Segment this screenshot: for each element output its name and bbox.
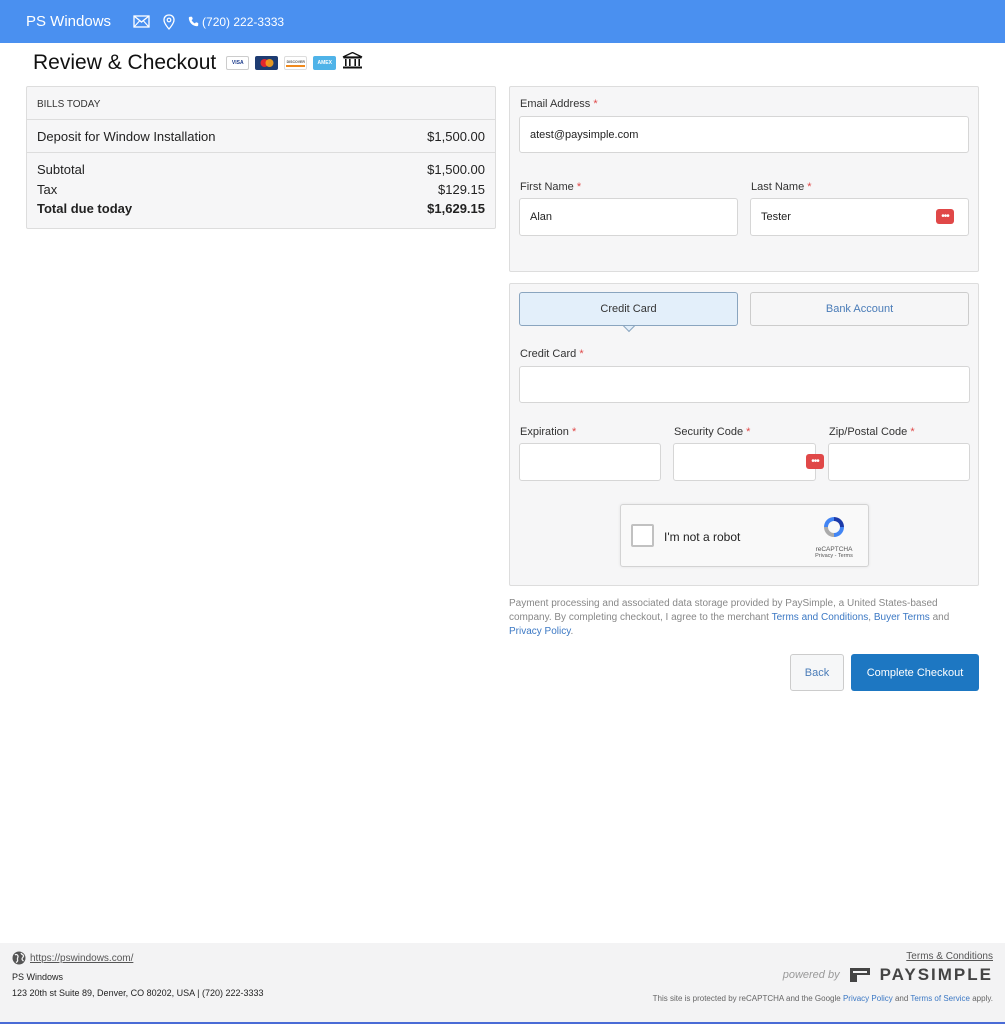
page-title: Review & Checkout — [33, 51, 217, 74]
credit-card-input[interactable] — [519, 366, 970, 403]
password-manager-icon[interactable]: ••• — [806, 454, 824, 469]
total-value: $1,629.15 — [427, 201, 485, 216]
terms-link[interactable]: Terms and Conditions — [772, 612, 869, 623]
email-input[interactable]: atest@paysimple.com — [519, 116, 969, 153]
footer-recaptcha-notice: This site is protected by reCAPTCHA and … — [652, 994, 993, 1003]
brand-name: PS Windows — [26, 13, 112, 30]
subtotal-row: Subtotal $1,500.00 — [27, 160, 495, 180]
tax-value: $129.15 — [438, 181, 485, 197]
amex-logo: AMEX — [313, 56, 337, 70]
password-manager-icon[interactable]: ••• — [936, 209, 954, 224]
recaptcha-checkbox[interactable] — [631, 524, 654, 547]
contact-panel — [509, 86, 979, 272]
recaptcha-logo-icon — [824, 517, 844, 537]
phone-icon — [188, 16, 199, 27]
visa-logo: VISA — [226, 56, 250, 70]
tab-bank-account[interactable]: Bank Account — [750, 292, 969, 326]
powered-by-text: powered by — [782, 969, 840, 981]
recaptcha-brand: reCAPTCHA Privacy - Terms — [810, 514, 858, 559]
payment-disclaimer: Payment processing and associated data s… — [509, 598, 950, 637]
back-button[interactable]: Back — [790, 654, 844, 691]
bills-panel: BILLS TODAY Deposit for Window Installat… — [26, 86, 496, 229]
recaptcha-links[interactable]: Privacy - Terms — [810, 553, 858, 559]
footer: https://pswindows.com/ PS Windows 123 20… — [0, 943, 1005, 1024]
powered-by-paysimple: powered by PAYSIMPLE — [783, 965, 993, 985]
envelope-icon[interactable] — [133, 15, 150, 28]
footer-url[interactable]: https://pswindows.com/ — [12, 951, 133, 965]
bill-description: Deposit for Window Installation — [37, 128, 216, 144]
zip-code-input[interactable] — [828, 443, 970, 481]
tax-row: Tax $129.15 — [27, 180, 495, 200]
total-row: Total due today $1,629.15 — [27, 199, 495, 219]
recaptcha-name: reCAPTCHA — [815, 546, 853, 553]
buyer-terms-link[interactable]: Buyer Terms — [874, 612, 930, 623]
first-name-label: First Name * — [520, 181, 582, 193]
privacy-policy-link[interactable]: Privacy Policy — [509, 626, 571, 637]
paysimple-wordmark: PAYSIMPLE — [879, 965, 993, 984]
google-terms-link[interactable]: Terms of Service — [910, 994, 970, 1003]
subtotal-value: $1,500.00 — [427, 162, 485, 177]
expiration-label: Expiration * — [520, 426, 577, 438]
mastercard-logo — [255, 56, 279, 70]
globe-icon — [12, 951, 26, 965]
bill-amount: $1,500.00 — [427, 128, 485, 144]
recaptcha-widget: I'm not a robot reCAPTCHA Privacy - Term… — [620, 504, 869, 567]
first-name-input[interactable]: Alan — [519, 198, 738, 236]
subtotal-label: Subtotal — [37, 162, 85, 177]
last-name-label: Last Name * — [751, 181, 812, 193]
expiration-input[interactable] — [519, 443, 661, 481]
header-phone-text: (720) 222-3333 — [202, 14, 285, 29]
top-bar: PS Windows (720) 222-3333 — [0, 0, 1005, 43]
tab-credit-card[interactable]: Credit Card — [519, 292, 738, 326]
map-pin-icon[interactable] — [163, 13, 175, 30]
security-code-input[interactable] — [673, 443, 816, 481]
bank-icon — [342, 51, 363, 74]
bill-summary: Subtotal $1,500.00 Tax $129.15 Total due… — [27, 153, 495, 219]
bill-line-item: Deposit for Window Installation $1,500.0… — [27, 120, 495, 153]
security-code-label: Security Code * — [674, 426, 751, 438]
google-privacy-link[interactable]: Privacy Policy — [843, 994, 893, 1003]
recaptcha-label: I'm not a robot — [664, 530, 741, 544]
title-row: Review & Checkout VISA DISCOVER AMEX — [33, 51, 363, 75]
bills-heading: BILLS TODAY — [27, 87, 495, 120]
credit-card-label: Credit Card * — [520, 348, 584, 360]
footer-address: 123 20th st Suite 89, Denver, CO 80202, … — [12, 988, 264, 998]
header-phone[interactable]: (720) 222-3333 — [188, 15, 284, 29]
discover-logo: DISCOVER — [284, 56, 308, 70]
paysimple-logo-icon — [849, 968, 870, 982]
total-label: Total due today — [37, 201, 133, 216]
footer-terms-link[interactable]: Terms & Conditions — [906, 951, 993, 962]
tax-label: Tax — [37, 181, 58, 197]
zip-code-label: Zip/Postal Code * — [829, 426, 915, 438]
complete-checkout-button[interactable]: Complete Checkout — [851, 654, 979, 691]
email-label: Email Address * — [520, 98, 598, 110]
footer-company-name: PS Windows — [12, 972, 64, 982]
